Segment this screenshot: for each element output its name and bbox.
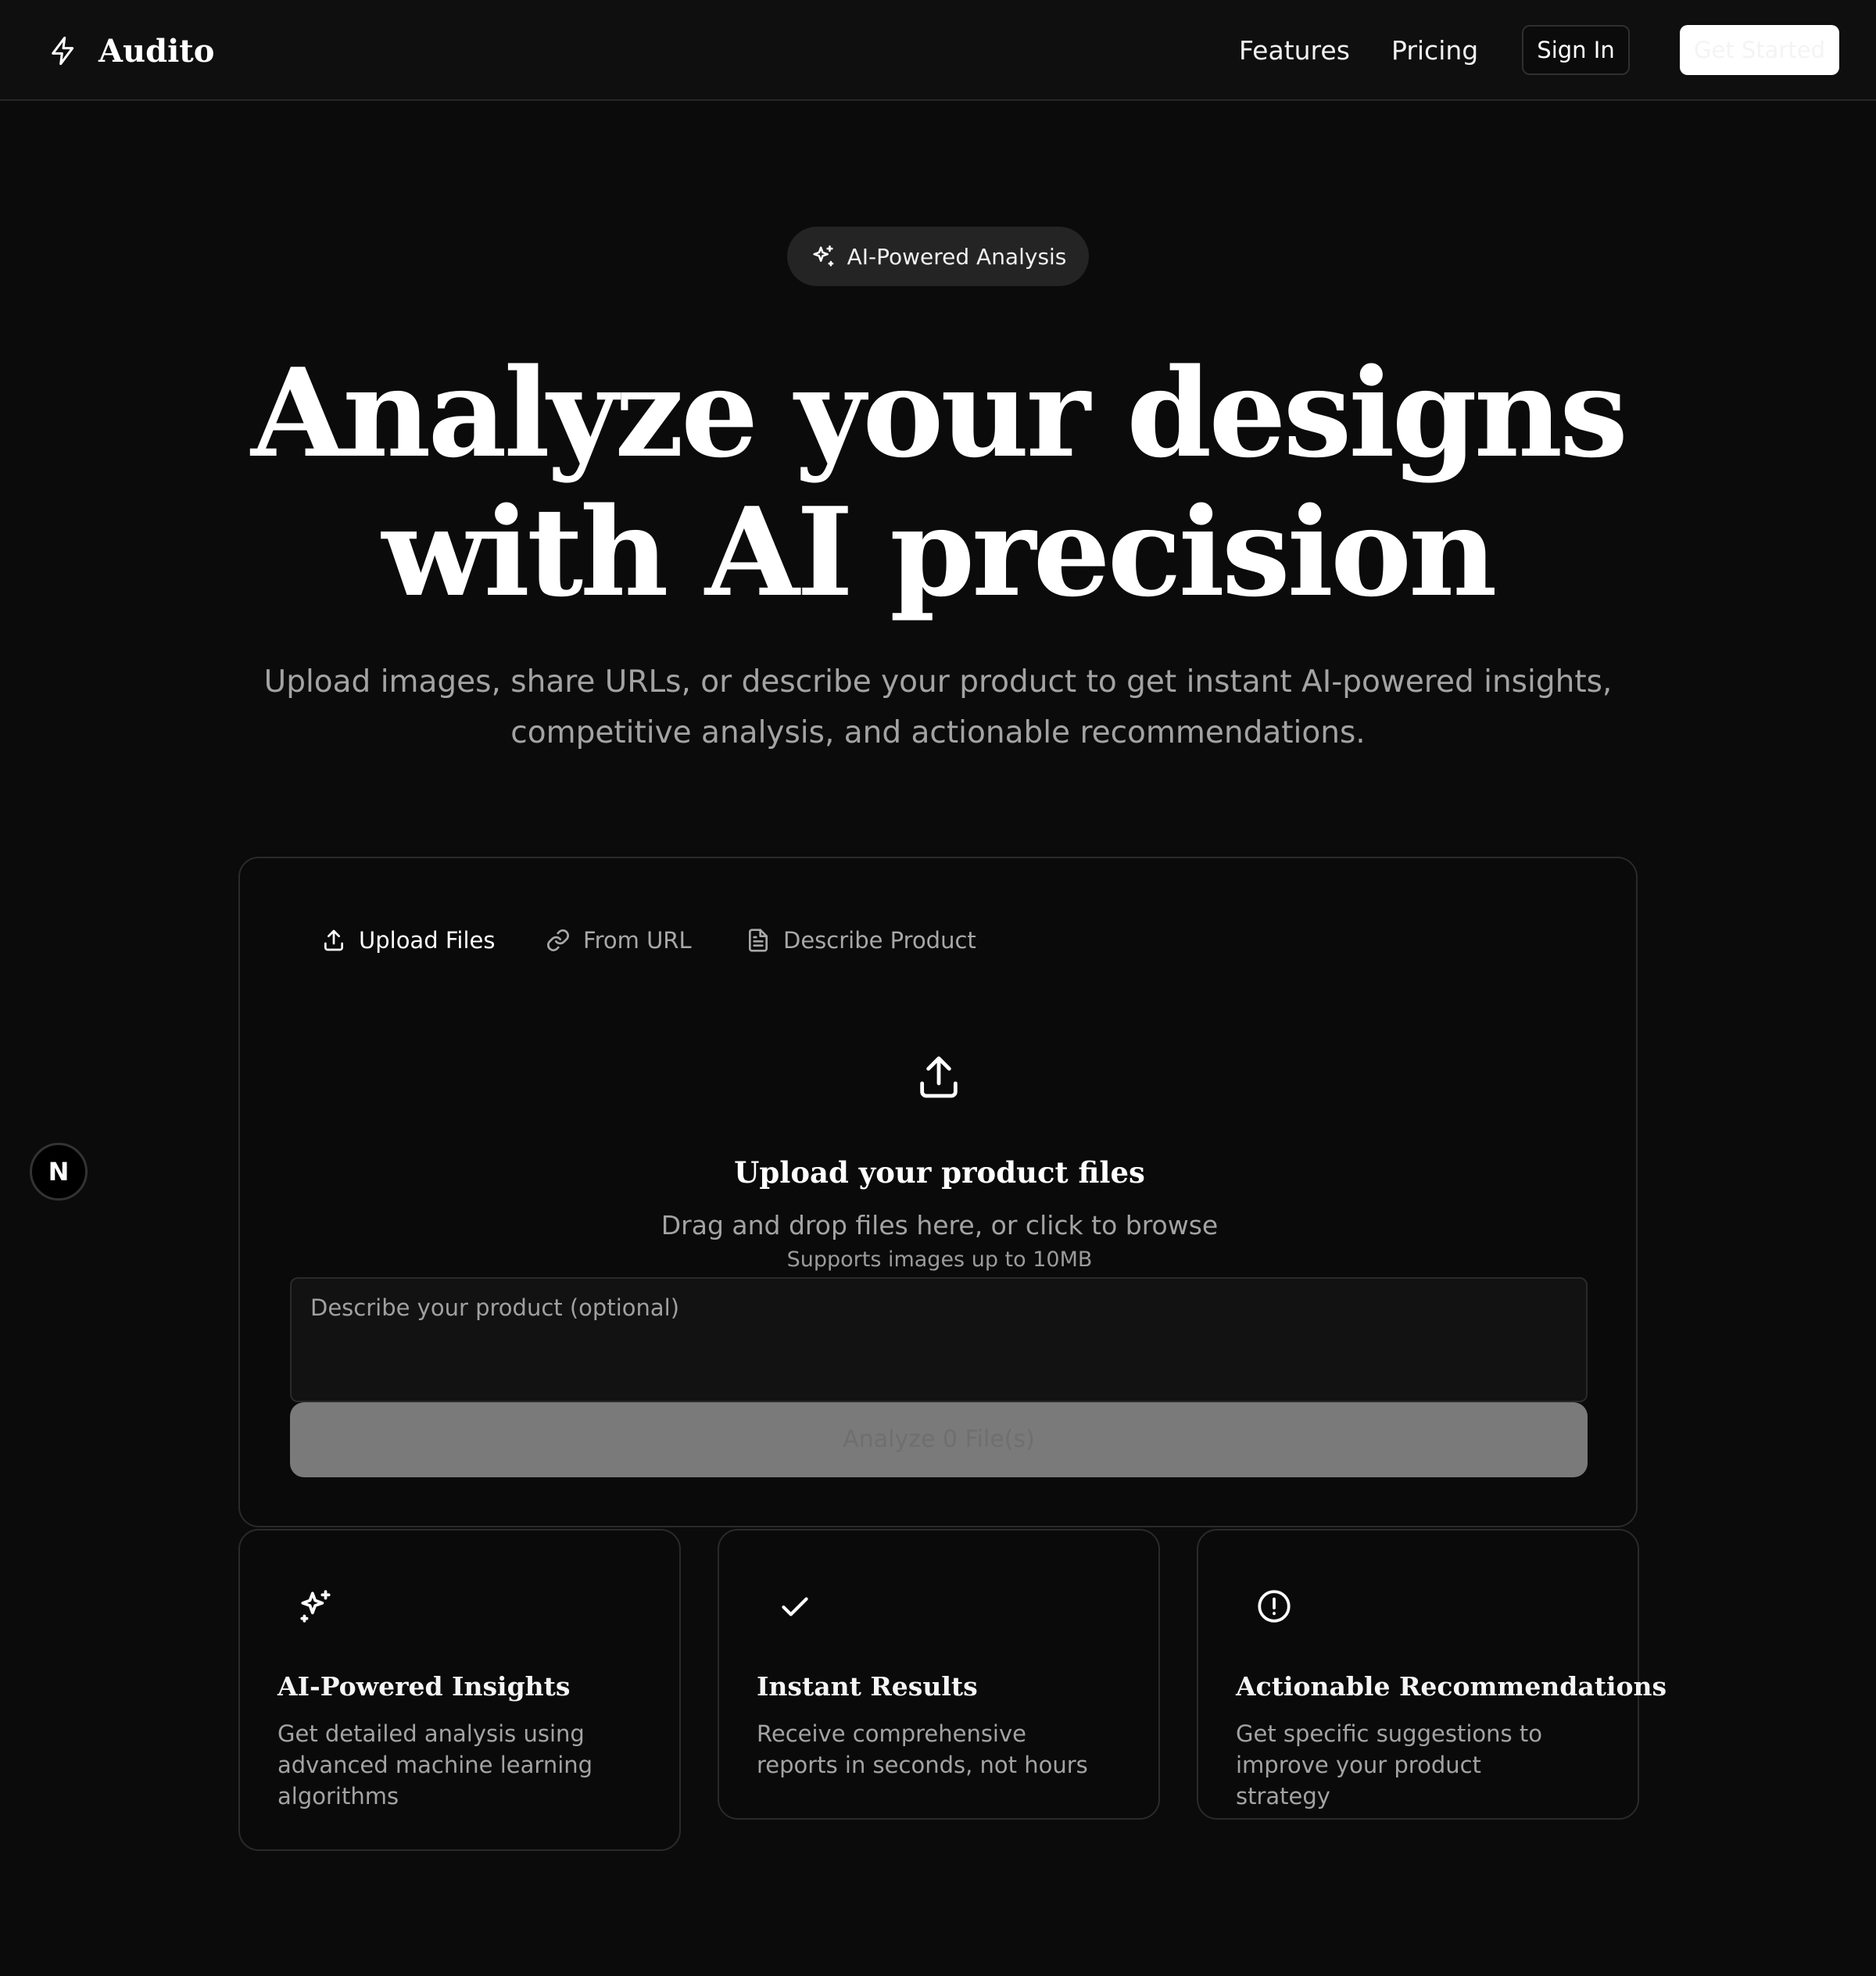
feature-card-ai-insights: AI-Powered Insights Get detailed analysi… — [238, 1529, 681, 1851]
sparkles-icon — [810, 243, 836, 270]
sign-in-button[interactable]: Sign In — [1522, 25, 1630, 75]
tab-label: Describe Product — [783, 927, 976, 954]
tab-upload-files[interactable]: Upload Files — [321, 921, 495, 960]
lightning-bolt-icon — [45, 33, 81, 69]
top-navbar: Audito Features Pricing Sign In Get Star… — [0, 0, 1876, 101]
upload-icon — [321, 928, 346, 953]
feature-description: Get specific suggestions to improve your… — [1236, 1720, 1542, 1810]
tab-describe-product[interactable]: Describe Product — [746, 921, 976, 960]
ai-analysis-badge: AI-Powered Analysis — [787, 227, 1089, 286]
nav-link-features[interactable]: Features — [1239, 31, 1350, 70]
hero-title: Analyze your designs with AI precision — [156, 344, 1720, 622]
tab-from-url[interactable]: From URL — [546, 921, 692, 960]
upload-icon[interactable] — [914, 1052, 964, 1102]
drop-zone-title: Upload your product files — [734, 1155, 1145, 1190]
hero-subtitle: Upload images, share URLs, or describe y… — [263, 664, 1613, 750]
document-icon — [746, 928, 771, 953]
tab-label: From URL — [583, 927, 692, 954]
product-description-input[interactable] — [290, 1277, 1588, 1402]
brand-logo[interactable]: Audito — [45, 31, 214, 70]
feature-card-instant-results: Instant Results Receive comprehensive re… — [718, 1529, 1160, 1820]
brand-name: Audito — [98, 32, 215, 70]
tab-label: Upload Files — [359, 927, 496, 954]
sparkles-icon — [296, 1587, 335, 1626]
alert-circle-icon — [1255, 1587, 1294, 1626]
feature-title: Actionable Recommendations — [1236, 1671, 1667, 1702]
dev-tools-badge[interactable]: N — [30, 1143, 88, 1201]
drop-zone-subtitle[interactable]: Drag and drop files here, or click to br… — [240, 1210, 1639, 1240]
feature-description: Get detailed analysis using advanced mac… — [277, 1720, 593, 1810]
feature-description: Receive comprehensive reports in seconds… — [757, 1720, 1088, 1778]
link-icon — [546, 928, 571, 953]
feature-title: Instant Results — [757, 1671, 978, 1702]
hero-title-line-1: Analyze your designs — [251, 342, 1628, 485]
analyzer-card: Upload Files From URL Describe Product U… — [238, 857, 1638, 1527]
feature-title: AI-Powered Insights — [277, 1671, 571, 1702]
badge-label: AI-Powered Analysis — [847, 243, 1067, 270]
check-icon — [775, 1587, 814, 1626]
get-started-button[interactable]: Get Started — [1680, 25, 1839, 75]
drop-zone-note: Supports images up to 10MB — [786, 1248, 1093, 1272]
hero-title-line-2: with AI precision — [381, 481, 1498, 624]
nav-link-pricing[interactable]: Pricing — [1391, 31, 1478, 70]
feature-card-recommendations: Actionable Recommendations Get specific … — [1197, 1529, 1667, 1820]
analyze-button[interactable]: Analyze 0 File(s) — [290, 1402, 1588, 1477]
